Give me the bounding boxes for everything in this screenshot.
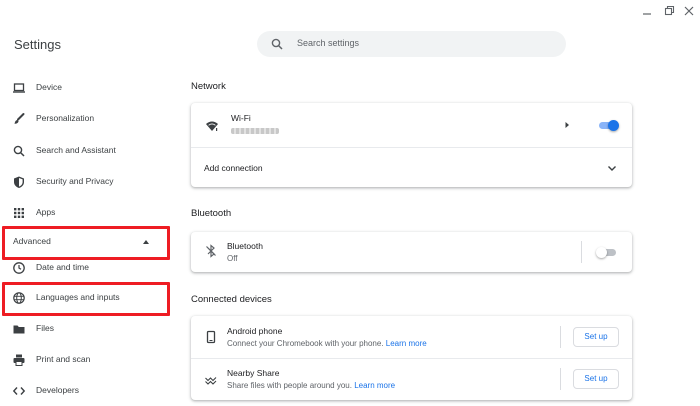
sidebar-item-label: Device: [36, 82, 62, 92]
clock-icon: [12, 261, 26, 275]
search-input[interactable]: Search settings: [297, 38, 359, 48]
sidebar-item-label: Date and time: [36, 262, 89, 272]
close-icon[interactable]: [682, 4, 696, 18]
learn-more-link[interactable]: Learn more: [386, 339, 427, 348]
folder-icon: [12, 322, 26, 336]
section-title-connected-devices: Connected devices: [191, 294, 272, 305]
nearby-share-icon: [204, 373, 218, 387]
bluetooth-toggle[interactable]: [596, 246, 618, 258]
android-phone-description: Connect your Chromebook with your phone.…: [227, 339, 427, 348]
highlight-box-advanced: [2, 226, 170, 260]
android-setup-button[interactable]: Set up: [573, 327, 619, 347]
nearby-share-description: Share files with people around you. Lear…: [227, 381, 396, 390]
bluetooth-card: Bluetooth Off: [191, 232, 632, 272]
nearby-setup-button[interactable]: Set up: [573, 369, 619, 389]
section-title-bluetooth: Bluetooth: [191, 208, 232, 219]
printer-icon: [12, 353, 26, 367]
arrow-right-icon[interactable]: [560, 118, 574, 132]
wifi-network-name-redacted: [231, 128, 279, 134]
bluetooth-status: Off: [227, 254, 238, 263]
android-phone-label: Android phone: [227, 326, 283, 336]
sidebar-item-label: Apps: [36, 207, 56, 217]
apps-grid-icon: [12, 206, 26, 220]
app-title: Settings: [14, 37, 61, 52]
wifi-toggle[interactable]: [597, 119, 619, 131]
chevron-down-icon: [605, 161, 619, 175]
sidebar-item-developers[interactable]: Developers: [0, 379, 170, 403]
bluetooth-disabled-icon: [204, 244, 218, 258]
nearby-share-label: Nearby Share: [227, 368, 280, 378]
add-connection-label: Add connection: [204, 163, 263, 173]
wifi-row[interactable]: Wi-Fi: [191, 103, 632, 147]
sidebar-item-personalization[interactable]: Personalization: [0, 107, 170, 131]
sidebar-item-label: Developers: [36, 385, 79, 395]
minimize-icon[interactable]: [640, 4, 654, 18]
connected-devices-card: Android phone Connect your Chromebook wi…: [191, 316, 632, 400]
bluetooth-row[interactable]: Bluetooth Off: [191, 232, 632, 272]
sidebar-item-label: Personalization: [36, 113, 95, 123]
sidebar-item-files[interactable]: Files: [0, 317, 170, 341]
sidebar-item-label: Security and Privacy: [36, 176, 114, 186]
sidebar-item-print-scan[interactable]: Print and scan: [0, 348, 170, 372]
wifi-icon: [205, 119, 219, 133]
sidebar-item-security-privacy[interactable]: Security and Privacy: [0, 170, 170, 194]
sidebar-item-label: Search and Assistant: [36, 145, 116, 155]
android-phone-row[interactable]: Android phone Connect your Chromebook wi…: [191, 316, 632, 358]
laptop-icon: [12, 81, 26, 95]
network-card: Wi-Fi Add connection: [191, 103, 632, 187]
phone-icon: [204, 330, 218, 344]
code-icon: [12, 384, 26, 398]
search-icon: [12, 144, 26, 158]
brush-icon: [12, 112, 26, 126]
sidebar-item-label: Print and scan: [36, 354, 91, 364]
restore-icon[interactable]: [662, 4, 676, 18]
section-title-network: Network: [191, 81, 226, 92]
highlight-box-languages: [2, 282, 170, 316]
sidebar-item-label: Files: [36, 323, 54, 333]
search-bar[interactable]: Search settings: [257, 31, 566, 57]
shield-icon: [12, 175, 26, 189]
add-connection-row[interactable]: Add connection: [191, 148, 632, 187]
bluetooth-label: Bluetooth: [227, 241, 263, 251]
sidebar-item-device[interactable]: Device: [0, 76, 170, 100]
learn-more-link[interactable]: Learn more: [354, 381, 395, 390]
search-icon: [270, 37, 284, 51]
sidebar-item-apps[interactable]: Apps: [0, 201, 170, 225]
sidebar-item-search-assistant[interactable]: Search and Assistant: [0, 139, 170, 163]
wifi-label: Wi-Fi: [231, 113, 251, 123]
nearby-share-row[interactable]: Nearby Share Share files with people aro…: [191, 359, 632, 400]
